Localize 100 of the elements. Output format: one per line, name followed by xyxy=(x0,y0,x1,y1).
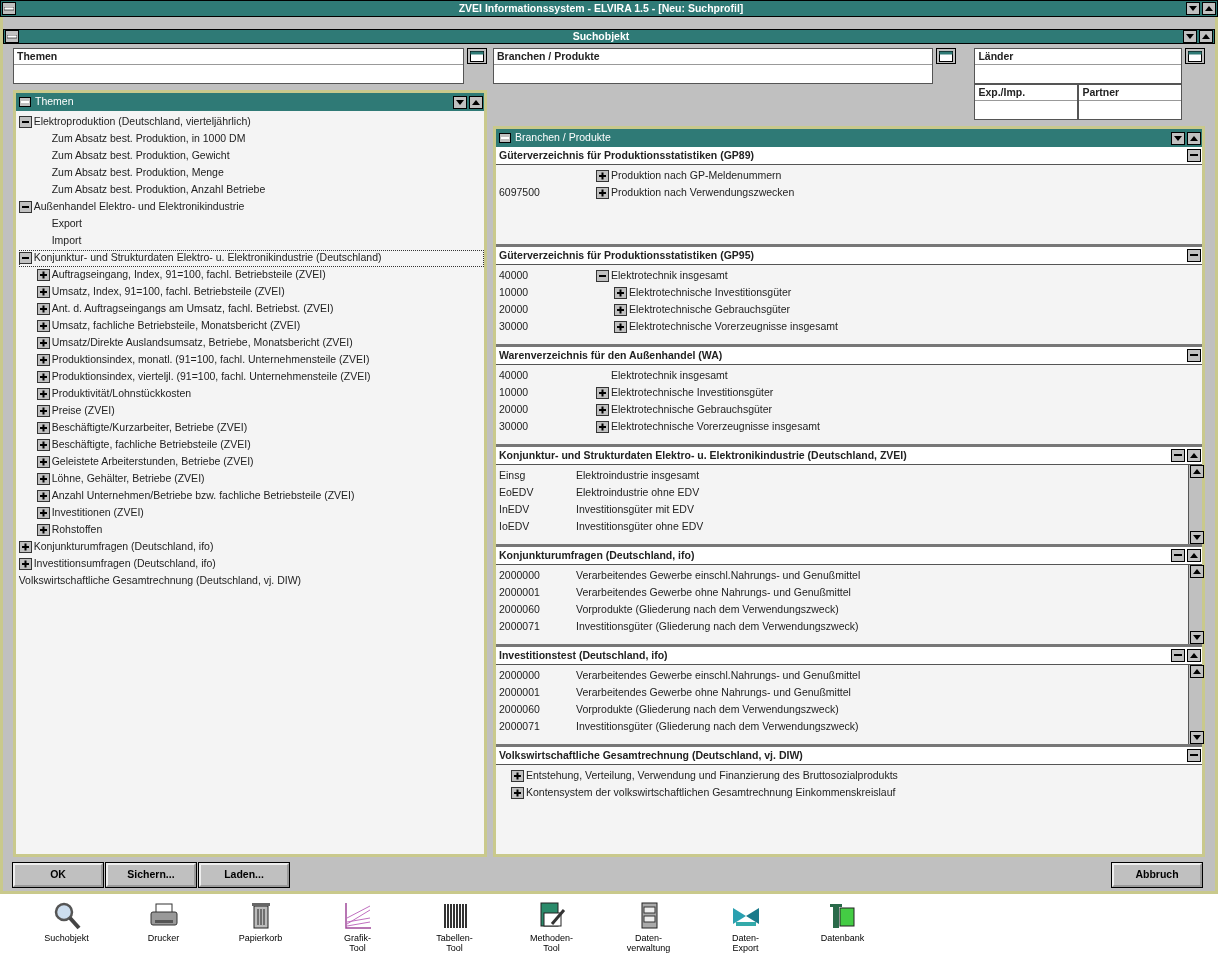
list-item[interactable]: Elektroindustrie insgesamt xyxy=(576,467,700,484)
tree-item[interactable]: Auftragseingang, Index, 91=100, fachl. Betriebsteile (ZVEI) xyxy=(51,267,326,283)
tree-item[interactable]: Anzahl Unternehmen/Betriebe bzw. fachliche Betriebsteile (ZVEI) xyxy=(51,488,355,504)
minimize-button[interactable] xyxy=(1171,131,1185,145)
tree-row[interactable]: Beschäftigte, fachliche Betriebsteile (ZVEI) xyxy=(18,436,484,454)
tree-item[interactable]: Konjunkturumfragen (Deutschland, ifo) xyxy=(33,539,214,555)
tree-row[interactable]: Rohstoffen xyxy=(18,521,484,539)
tree-row[interactable]: Auftragseingang, Index, 91=100, fachl. Betriebsteile (ZVEI) xyxy=(18,266,484,284)
expand-icon[interactable] xyxy=(596,420,609,433)
expand-icon[interactable] xyxy=(596,169,609,182)
tree-item[interactable]: Ant. d. Auftragseingangs am Umsatz, fachl. Betriebst. (ZVEI) xyxy=(51,301,334,317)
list-item[interactable]: Kontensystem der volkswirtschaftlichen Gesamtrechnung Einkommenskreislauf xyxy=(526,784,896,801)
tree-item[interactable]: Umsatz, Index, 91=100, fachl. Betriebsteile (ZVEI) xyxy=(51,284,285,300)
tree-item[interactable]: Investitionen (ZVEI) xyxy=(51,505,144,521)
list-item[interactable]: Produktion nach GP-Meldenummern xyxy=(611,167,782,184)
expand-icon[interactable] xyxy=(511,786,524,799)
expand-icon[interactable] xyxy=(36,439,50,452)
tree-row[interactable]: Investitionsumfragen (Deutschland, ifo) xyxy=(18,555,484,573)
scroll-up-button[interactable] xyxy=(1190,465,1204,478)
expand-icon[interactable] xyxy=(36,473,50,486)
expand-icon[interactable] xyxy=(36,371,50,384)
tree-row[interactable]: Konjunkturumfragen (Deutschland, ifo) xyxy=(18,538,484,556)
toolbar-button[interactable]: Suchobjekt xyxy=(18,900,115,953)
tree-row[interactable]: Außenhandel Elektro- und Elektronikindustrie xyxy=(18,198,484,216)
expand-icon[interactable] xyxy=(614,320,627,333)
tree-item[interactable]: Produktionsindex, monatl. (91=100, fachl. Unternehmensteile (ZVEI) xyxy=(51,352,370,368)
system-menu-icon[interactable] xyxy=(19,97,31,108)
minimize-button[interactable] xyxy=(453,95,467,109)
collapse-icon[interactable] xyxy=(18,116,32,129)
tree-row[interactable]: Investitionen (ZVEI) xyxy=(18,504,484,522)
toolbar-button[interactable]: Drucker xyxy=(115,900,212,953)
list-item[interactable]: Investitionsgüter mit EDV xyxy=(576,501,694,518)
list-item[interactable]: Elektrotechnik insgesamt xyxy=(611,267,728,284)
tree-row[interactable]: Produktionsindex, monatl. (91=100, fachl. Unternehmensteile (ZVEI) xyxy=(18,351,484,369)
collapse-icon[interactable] xyxy=(18,201,32,214)
tree-item[interactable]: Umsatz/Direkte Auslandsumsatz, Betriebe, Monatsbericht (ZVEI) xyxy=(51,335,353,351)
tree-row[interactable]: Zum Absatz best. Produktion, Menge xyxy=(18,164,484,182)
tree-item[interactable]: Elektroproduktion (Deutschland, vierteljährlich) xyxy=(33,114,251,130)
collapse-button[interactable] xyxy=(1187,149,1201,162)
expand-icon[interactable] xyxy=(18,541,32,554)
scroll-up-button[interactable] xyxy=(1187,449,1201,462)
expand-icon[interactable] xyxy=(36,337,50,350)
list-item[interactable]: Elektroindustrie ohne EDV xyxy=(576,484,700,501)
dialog-button[interactable]: Sichern... xyxy=(106,863,196,887)
collapse-button[interactable] xyxy=(1171,549,1185,562)
tree-row[interactable]: Umsatz/Direkte Auslandsumsatz, Betriebe, Monatsbericht (ZVEI) xyxy=(18,334,484,352)
list-item[interactable]: Verarbeitendes Gewerbe einschl.Nahrungs- und Genußmittel xyxy=(576,567,861,584)
tree-item[interactable]: Produktivität/Lohnstückkosten xyxy=(51,386,192,402)
tree-item[interactable]: Produktionsindex, vierteljl. (91=100, fachl. Unternehmensteile (ZVEI) xyxy=(51,369,371,385)
toolbar-button[interactable]: Daten- verwaltung xyxy=(600,900,697,953)
scroll-down-button[interactable] xyxy=(1190,731,1204,744)
expand-icon[interactable] xyxy=(596,386,609,399)
scrollbar[interactable] xyxy=(1188,565,1202,644)
expand-icon[interactable] xyxy=(36,524,50,537)
scrollbar[interactable] xyxy=(1188,465,1202,544)
tree-row[interactable]: Produktivität/Lohnstückkosten xyxy=(18,385,484,403)
minimize-button[interactable] xyxy=(1186,2,1200,15)
tree-row[interactable]: Konjunktur- und Strukturdaten Elektro- u. Elektronikindustrie (Deutschland) xyxy=(18,249,484,267)
tree-row[interactable]: Import xyxy=(18,232,484,250)
scroll-up-button[interactable] xyxy=(1190,665,1204,678)
tree-item[interactable]: Geleistete Arbeiterstunden, Betriebe (ZVEI) xyxy=(51,454,254,470)
maximize-button[interactable] xyxy=(469,95,483,109)
collapse-button[interactable] xyxy=(1187,749,1201,762)
tree-item[interactable]: Umsatz, fachliche Betriebsteile, Monatsbericht (ZVEI) xyxy=(51,318,301,334)
tree-row[interactable]: Umsatz, Index, 91=100, fachl. Betriebsteile (ZVEI) xyxy=(18,283,484,301)
expand-icon[interactable] xyxy=(36,388,50,401)
tree-item[interactable]: Löhne, Gehälter, Betriebe (ZVEI) xyxy=(51,471,205,487)
expand-icon[interactable] xyxy=(36,303,50,316)
system-menu-icon[interactable] xyxy=(5,30,19,43)
expand-icon[interactable] xyxy=(36,286,50,299)
tree-row[interactable]: Löhne, Gehälter, Betriebe (ZVEI) xyxy=(18,470,484,488)
list-button[interactable] xyxy=(467,48,487,64)
expand-icon[interactable] xyxy=(36,405,50,418)
collapse-button[interactable] xyxy=(1187,249,1201,262)
list-item[interactable]: Vorprodukte (Gliederung nach dem Verwendungszweck) xyxy=(576,701,839,718)
tree-item[interactable]: Investitionsumfragen (Deutschland, ifo) xyxy=(33,556,216,572)
collapse-icon[interactable] xyxy=(18,252,32,265)
scroll-down-button[interactable] xyxy=(1190,631,1204,644)
expand-icon[interactable] xyxy=(36,507,50,520)
toolbar-button[interactable]: Tabellen- Tool xyxy=(406,900,503,953)
tree-item[interactable]: Zum Absatz best. Produktion, Anzahl Betriebe xyxy=(51,182,266,198)
scroll-down-button[interactable] xyxy=(1190,531,1204,544)
expand-icon[interactable] xyxy=(511,769,524,782)
list-item[interactable]: Elektrotechnische Investitionsgüter xyxy=(629,284,792,301)
expand-icon[interactable] xyxy=(596,403,609,416)
dialog-button[interactable]: OK xyxy=(13,863,103,887)
collapse-button[interactable] xyxy=(1171,649,1185,662)
toolbar-button[interactable]: Grafik- Tool xyxy=(309,900,406,953)
maximize-button[interactable] xyxy=(1202,2,1216,15)
tree-item[interactable]: Zum Absatz best. Produktion, Menge xyxy=(51,165,224,181)
collapse-button[interactable] xyxy=(1171,449,1185,462)
expand-icon[interactable] xyxy=(36,422,50,435)
list-item[interactable]: Elektrotechnische Vorerzeugnisse insgesamt xyxy=(611,418,820,435)
toolbar-button[interactable]: Papierkorb xyxy=(212,900,309,953)
tree-item[interactable]: Beschäftigte, fachliche Betriebsteile (ZVEI) xyxy=(51,437,251,453)
minimize-button[interactable] xyxy=(1183,30,1197,43)
expand-icon[interactable] xyxy=(614,303,627,316)
list-item[interactable]: Elektrotechnische Gebrauchsgüter xyxy=(611,401,773,418)
tree-item[interactable]: Volkswirtschaftliche Gesamtrechnung (Deutschland, vj. DIW) xyxy=(18,573,302,589)
maximize-button[interactable] xyxy=(1199,30,1213,43)
